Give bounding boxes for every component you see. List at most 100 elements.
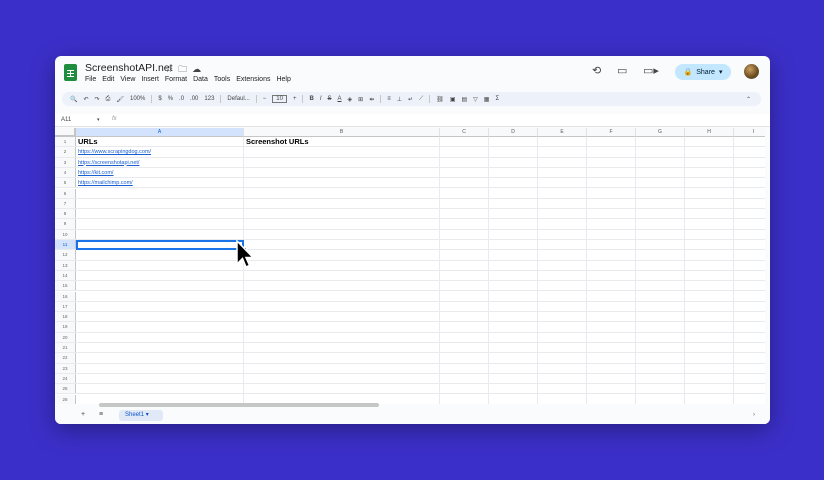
strikethrough-icon[interactable]: S bbox=[328, 96, 332, 102]
row-header-17[interactable]: 17 bbox=[55, 301, 76, 312]
row-header-23[interactable]: 23 bbox=[55, 363, 76, 373]
sheet-tab[interactable]: Sheet1 ▾ bbox=[119, 410, 163, 421]
row-header-25[interactable]: 25 bbox=[55, 384, 76, 394]
menu-file[interactable]: File bbox=[85, 76, 96, 83]
row-header-1[interactable]: 1 bbox=[55, 137, 76, 147]
menu-tools[interactable]: Tools bbox=[214, 76, 230, 83]
menu-format[interactable]: Format bbox=[165, 76, 187, 83]
selected-cell[interactable] bbox=[76, 240, 244, 251]
filter-icon[interactable]: ▽ bbox=[473, 96, 478, 103]
menu-view[interactable]: View bbox=[120, 76, 135, 83]
decrease-decimal-button[interactable]: .0 bbox=[179, 96, 184, 102]
cell-a2[interactable]: https://www.scrapingdog.com/ bbox=[78, 147, 151, 157]
italic-icon[interactable]: I bbox=[320, 96, 322, 102]
column-header-d[interactable]: D bbox=[489, 128, 538, 137]
row-header-6[interactable]: 6 bbox=[55, 188, 76, 198]
rotate-icon[interactable]: ⟋ bbox=[419, 96, 423, 103]
paint-format-icon[interactable]: 🖌 bbox=[116, 96, 124, 103]
avatar[interactable] bbox=[744, 64, 759, 79]
menu-edit[interactable]: Edit bbox=[102, 76, 114, 83]
all-sheets-icon[interactable]: ≡ bbox=[99, 411, 103, 418]
filter-views-icon[interactable]: ▦ bbox=[484, 96, 490, 103]
row-header-2[interactable]: 2 bbox=[55, 147, 76, 157]
menu-extensions[interactable]: Extensions bbox=[236, 76, 270, 83]
menu-insert[interactable]: Insert bbox=[141, 76, 159, 83]
text-color-icon[interactable]: A bbox=[338, 96, 342, 102]
row-header-12[interactable]: 12 bbox=[55, 250, 76, 260]
font-select[interactable]: Defaul... bbox=[227, 96, 249, 102]
column-header-g[interactable]: G bbox=[636, 128, 685, 137]
row-header-18[interactable]: 18 bbox=[55, 312, 76, 322]
sheets-logo-icon[interactable] bbox=[64, 64, 77, 81]
menu-help[interactable]: Help bbox=[276, 76, 290, 83]
row-header-8[interactable]: 8 bbox=[55, 209, 76, 219]
star-icon[interactable]: ☆ bbox=[165, 64, 178, 74]
font-size-increase-button[interactable]: + bbox=[293, 96, 297, 102]
row-header-21[interactable]: 21 bbox=[55, 343, 76, 353]
select-all-corner[interactable] bbox=[55, 128, 76, 137]
row-header-19[interactable]: 19 bbox=[55, 322, 76, 332]
number-format-button[interactable]: 123 bbox=[204, 96, 214, 102]
row-header-4[interactable]: 4 bbox=[55, 167, 76, 178]
wrap-icon[interactable]: ↵ bbox=[408, 96, 413, 103]
row-header-14[interactable]: 14 bbox=[55, 270, 76, 281]
redo-icon[interactable]: ↷ bbox=[95, 96, 100, 103]
currency-button[interactable]: $ bbox=[158, 96, 161, 102]
insert-comment-icon[interactable]: ▣ bbox=[450, 96, 456, 103]
align-icon[interactable]: ≡ bbox=[387, 96, 391, 102]
print-icon[interactable]: ⎙ bbox=[106, 96, 111, 103]
name-box[interactable]: A11 bbox=[61, 117, 71, 123]
link-icon[interactable]: ⛓ bbox=[436, 96, 444, 103]
row-header-15[interactable]: 15 bbox=[55, 281, 76, 291]
cell-a1[interactable]: URLs bbox=[78, 137, 98, 147]
add-sheet-icon[interactable]: + bbox=[81, 411, 85, 418]
row-header-5[interactable]: 5 bbox=[55, 178, 76, 188]
cell-grid[interactable]: ABCDEFGHI 1 2 3 4 5 6 7 8 9 10 11 12 13 14 15 16 17 18 19 2… bbox=[55, 128, 765, 404]
horizontal-scrollbar[interactable] bbox=[99, 403, 379, 407]
cell-a3[interactable]: https://screenshotapi.net/ bbox=[78, 158, 139, 168]
search-icon[interactable]: 🔍 bbox=[70, 96, 77, 103]
font-size-decrease-button[interactable]: − bbox=[263, 96, 267, 102]
column-header-b[interactable]: B bbox=[244, 128, 440, 137]
row-header-13[interactable]: 13 bbox=[55, 260, 76, 270]
chart-icon[interactable]: ▤ bbox=[462, 96, 468, 103]
collapse-toolbar-icon[interactable]: ⌃ bbox=[746, 96, 751, 103]
row-header-24[interactable]: 24 bbox=[55, 373, 76, 384]
row-header-3[interactable]: 3 bbox=[55, 157, 76, 167]
borders-icon[interactable]: ⊞ bbox=[358, 96, 363, 103]
row-header-20[interactable]: 20 bbox=[55, 332, 76, 342]
column-header-h[interactable]: H bbox=[685, 128, 734, 137]
comment-icon[interactable]: ▭ bbox=[617, 64, 627, 77]
column-header-e[interactable]: E bbox=[538, 128, 587, 137]
font-size-input[interactable]: 10 bbox=[272, 95, 287, 103]
menu-data[interactable]: Data bbox=[193, 76, 208, 83]
meet-icon[interactable]: ▭▸ bbox=[643, 64, 659, 77]
column-header-i[interactable]: I bbox=[734, 128, 765, 137]
functions-icon[interactable]: Σ bbox=[495, 96, 499, 102]
increase-decimal-button[interactable]: .00 bbox=[190, 96, 198, 102]
explore-icon[interactable]: › bbox=[753, 412, 755, 418]
history-icon[interactable]: ⟲ bbox=[592, 64, 601, 77]
valign-icon[interactable]: ⊥ bbox=[397, 96, 402, 103]
bold-icon[interactable]: B bbox=[309, 96, 313, 102]
cell-b1[interactable]: Screenshot URLs bbox=[246, 137, 309, 147]
cell-a5[interactable]: https://mailchimp.com/ bbox=[78, 178, 133, 188]
zoom-select[interactable]: 100% bbox=[130, 96, 145, 102]
fill-color-icon[interactable]: ◈ bbox=[348, 96, 353, 103]
folder-icon[interactable]: 🗀 bbox=[178, 64, 192, 74]
row-header-16[interactable]: 16 bbox=[55, 291, 76, 301]
percent-button[interactable]: % bbox=[168, 96, 173, 102]
row-header-26[interactable]: 26 bbox=[55, 394, 76, 404]
document-title[interactable]: ScreenshotAPI.net bbox=[85, 62, 173, 74]
row-header-22[interactable]: 22 bbox=[55, 353, 76, 363]
cell-a4[interactable]: https://kit.com/ bbox=[78, 168, 113, 178]
undo-icon[interactable]: ↶ bbox=[83, 96, 88, 103]
merge-cells-icon[interactable]: ⇹ bbox=[369, 96, 374, 103]
column-header-a[interactable]: A bbox=[76, 128, 244, 137]
column-header-f[interactable]: F bbox=[587, 128, 636, 137]
chevron-down-icon[interactable]: ▾ bbox=[97, 117, 100, 123]
column-header-c[interactable]: C bbox=[440, 128, 489, 137]
row-header-9[interactable]: 9 bbox=[55, 219, 76, 229]
row-header-7[interactable]: 7 bbox=[55, 198, 76, 209]
row-header-11[interactable]: 11 bbox=[55, 240, 76, 250]
